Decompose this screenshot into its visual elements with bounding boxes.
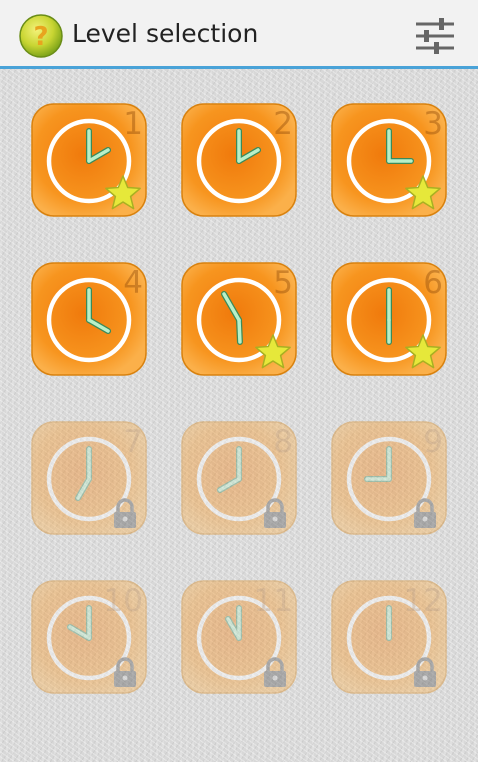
- level-tile-10: 10: [31, 580, 147, 694]
- star-icon: [405, 334, 441, 369]
- level-number: 9: [423, 424, 443, 460]
- level-number: 1: [123, 106, 143, 142]
- lock-icon: [414, 498, 436, 528]
- level-tile-3[interactable]: 3: [331, 103, 447, 217]
- level-grid: 1 2 3 4 5 6 7 8 9 10 11 12: [0, 72, 478, 762]
- lock-icon: [264, 498, 286, 528]
- level-number: 6: [423, 265, 443, 301]
- level-tile-1[interactable]: 1: [31, 103, 147, 217]
- level-number: 12: [403, 583, 443, 619]
- level-tile-9: 9: [331, 421, 447, 535]
- star-icon: [255, 334, 291, 369]
- level-number: 10: [103, 583, 143, 619]
- level-tile-6[interactable]: 6: [331, 262, 447, 376]
- level-number: 3: [423, 106, 443, 142]
- level-tile-11: 11: [181, 580, 297, 694]
- level-number: 2: [273, 106, 293, 142]
- question-mark-icon[interactable]: ?: [19, 14, 63, 58]
- svg-text:?: ?: [33, 22, 48, 52]
- sliders-icon[interactable]: [414, 16, 456, 56]
- lock-icon: [114, 657, 136, 687]
- level-tile-2[interactable]: 2: [181, 103, 297, 217]
- star-icon: [105, 175, 141, 210]
- star-icon: [405, 175, 441, 210]
- lock-icon: [114, 498, 136, 528]
- level-number: 5: [273, 265, 293, 301]
- level-tile-12: 12: [331, 580, 447, 694]
- level-number: 4: [123, 265, 143, 301]
- action-bar: ? Level selection: [0, 0, 478, 69]
- page-title: Level selection: [72, 19, 259, 48]
- level-tile-7: 7: [31, 421, 147, 535]
- level-number: 8: [273, 424, 293, 460]
- lock-icon: [264, 657, 286, 687]
- level-tile-8: 8: [181, 421, 297, 535]
- level-tile-4[interactable]: 4: [31, 262, 147, 376]
- level-tile-5[interactable]: 5: [181, 262, 297, 376]
- level-number: 11: [253, 583, 293, 619]
- lock-icon: [414, 657, 436, 687]
- level-number: 7: [123, 424, 143, 460]
